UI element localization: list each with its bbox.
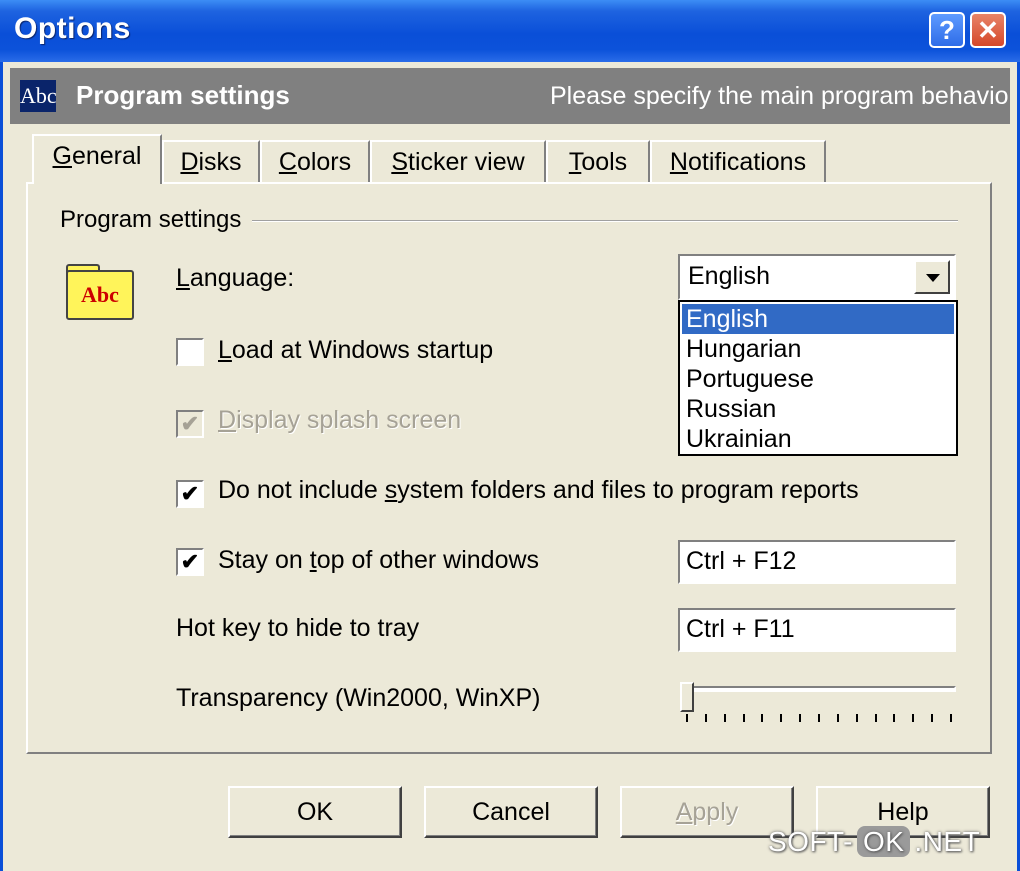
system-folders-checkbox[interactable]: ✔ (176, 480, 204, 508)
load-startup-checkbox[interactable] (176, 338, 204, 366)
slider-tick (724, 714, 726, 722)
close-button[interactable]: ✕ (970, 12, 1006, 48)
tab-general[interactable]: General (32, 134, 162, 184)
folder-icon: Abc (66, 270, 134, 320)
header-title: Program settings (76, 80, 290, 110)
abc-icon: Abc (20, 80, 57, 112)
slider-tick (950, 714, 952, 722)
language-option-hungarian[interactable]: Hungarian (682, 334, 954, 364)
stay-on-top-hotkey-input[interactable]: Ctrl + F12 (678, 540, 956, 584)
tab-sticker-view[interactable]: Sticker view (370, 140, 546, 182)
language-option-portuguese[interactable]: Portuguese (682, 364, 954, 394)
transparency-slider-thumb[interactable] (680, 682, 694, 712)
language-option-ukrainian[interactable]: Ukrainian (682, 424, 954, 454)
splash-label: Display splash screen (218, 406, 462, 434)
slider-tick (799, 714, 801, 722)
transparency-label: Transparency (Win2000, WinXP) (176, 684, 541, 712)
slider-tick (743, 714, 745, 722)
slider-tick (893, 714, 895, 722)
hide-tray-label: Hot key to hide to tray (176, 614, 420, 642)
slider-tick (818, 714, 820, 722)
language-select[interactable]: English (678, 254, 956, 300)
window-title: Options (14, 12, 131, 45)
group-label: Program settings (60, 206, 248, 234)
group-divider (252, 220, 958, 222)
help-title-button[interactable]: ? (929, 12, 965, 48)
stay-on-top-label[interactable]: Stay on top of other windows (218, 546, 539, 575)
tab-notifications[interactable]: Notifications (650, 140, 826, 182)
question-icon: ? (939, 14, 955, 45)
tab-disks[interactable]: Disks (162, 140, 260, 182)
stay-on-top-checkbox[interactable]: ✔ (176, 548, 204, 576)
ok-button[interactable]: OK (228, 786, 402, 838)
slider-tick (875, 714, 877, 722)
slider-tick (837, 714, 839, 722)
slider-tick (705, 714, 707, 722)
slider-tick (931, 714, 933, 722)
tab-colors[interactable]: Colors (260, 140, 370, 182)
language-option-russian[interactable]: Russian (682, 394, 954, 424)
close-icon: ✕ (977, 14, 999, 45)
slider-tick (686, 714, 688, 722)
system-folders-label[interactable]: Do not include system folders and files … (218, 476, 859, 505)
tab-tools[interactable]: Tools (546, 140, 650, 182)
splash-checkbox: ✔ (176, 410, 204, 438)
transparency-slider-track[interactable] (684, 686, 956, 692)
watermark: SOFT- OK .NET (768, 826, 981, 857)
language-label: Language: (176, 264, 295, 292)
folder-icon-text: Abc (81, 282, 119, 307)
header-band: Abc Program settings Please specify the … (10, 68, 1010, 124)
language-dropdown-list[interactable]: English Hungarian Portuguese Russian Ukr… (678, 300, 958, 456)
slider-tick (912, 714, 914, 722)
hide-tray-hotkey-input[interactable]: Ctrl + F11 (678, 608, 956, 652)
header-subtitle: Please specify the main program behavior (550, 82, 1010, 110)
language-option-english[interactable]: English (682, 304, 954, 334)
transparency-ticks (686, 714, 952, 722)
slider-tick (761, 714, 763, 722)
load-startup-label[interactable]: Load at Windows startup (218, 336, 493, 365)
slider-tick (856, 714, 858, 722)
language-selected-value: English (688, 262, 770, 290)
slider-tick (780, 714, 782, 722)
title-bar[interactable]: Options ? ✕ (0, 0, 1020, 62)
cancel-button[interactable]: Cancel (424, 786, 598, 838)
chevron-down-icon[interactable] (914, 260, 950, 294)
